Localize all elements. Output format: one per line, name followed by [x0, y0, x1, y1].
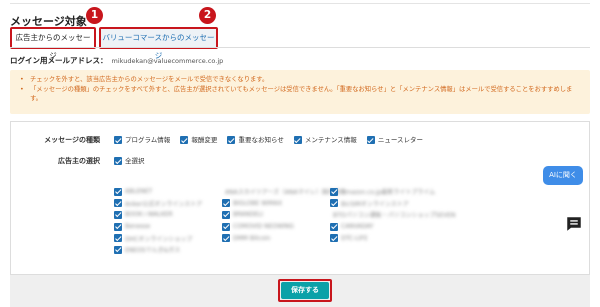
- advertiser-item[interactable]: Amazon.co.jp最新ライトプライム: [330, 186, 445, 198]
- message-types-options: プログラム情報 報酬変更 重要なお知らせ メンテナンス情報 ニュースレター: [114, 134, 431, 144]
- tab-valuecommerce-messages[interactable]: バリューコマースからのメッセージ: [99, 27, 218, 60]
- checkbox-checked-icon[interactable]: [293, 136, 302, 144]
- option-program-info[interactable]: プログラム情報: [114, 134, 170, 144]
- checkbox-checked-icon[interactable]: [180, 136, 189, 144]
- advertiser-item[interactable]: Benesse: [114, 221, 229, 233]
- advertiser-item[interactable]: BIGLOBE WiMAX: [222, 198, 337, 210]
- advertiser-item[interactable]: ABLENET: [114, 186, 229, 198]
- option-newsletter[interactable]: ニュースレター: [366, 134, 423, 144]
- option-maintenance[interactable]: メンテナンス情報: [293, 134, 357, 144]
- login-email-value: mikudekan@valuecommerce.co.jp: [111, 57, 224, 65]
- notice-item: 「メッセージの種類」のチェックをすべて外すと、広告主が選択されていてもメッセージ…: [20, 85, 580, 104]
- notice-item: チェックを外すと、該当広告主からのメッセージをメールで受信できなくなります。: [20, 75, 580, 85]
- advertiser-column-2: ANAスカイツアーズ（ANAマイレ）国内旅行 BIGLOBE WiMAX BRA…: [222, 186, 346, 244]
- advertiser-item[interactable]: DHCオンラインショップ: [114, 232, 229, 244]
- login-email-label: ログイン用メールアドレス：: [10, 56, 108, 65]
- advertiser-item[interactable]: CANVADAY: [330, 221, 445, 233]
- chat-bubble-icon[interactable]: [565, 215, 583, 233]
- advertiser-item[interactable]: BicSIMオンラインストア: [330, 198, 445, 210]
- advertiser-column-1: ABLENET Anker公式オンラインストア BOOK☆WALKER Bene…: [114, 186, 229, 256]
- login-email-row: ログイン用メールアドレス： mikudekan@valuecommerce.co.…: [10, 55, 223, 66]
- advertiser-item[interactable]: ANAスカイツアーズ（ANAマイレ）国内旅行: [222, 186, 346, 198]
- checkbox-checked-icon[interactable]: [366, 136, 375, 144]
- top-divider: [10, 0, 590, 4]
- ask-ai-button[interactable]: AIに聞く: [543, 166, 583, 185]
- advertiser-item[interactable]: DMM Bitcoin: [222, 232, 337, 244]
- message-types-label: メッセージの種類: [44, 136, 100, 144]
- select-all-row: 全選択: [114, 155, 153, 165]
- tab-divider: [10, 47, 590, 48]
- checkbox-checked-icon[interactable]: [114, 157, 122, 165]
- advertiser-select-label: 広告主の選択: [58, 157, 100, 165]
- step-badge-1: 1: [86, 7, 103, 24]
- checkbox-checked-icon[interactable]: [227, 136, 236, 144]
- advertiser-item[interactable]: BRANDELI: [222, 209, 337, 221]
- advertiser-item[interactable]: BOOK☆WALKER: [114, 209, 229, 221]
- checkbox-checked-icon[interactable]: [114, 136, 122, 144]
- select-all-checkbox[interactable]: 全選択: [114, 155, 145, 165]
- step-badge-2: 2: [199, 7, 216, 24]
- advertiser-item[interactable]: DTC-LIFE: [330, 232, 445, 244]
- notice-box: チェックを外すと、該当広告主からのメッセージをメールで受信できなくなります。 「…: [10, 70, 590, 114]
- save-button[interactable]: 保存する: [281, 282, 329, 299]
- advertiser-item[interactable]: Anker公式オンラインストア: [114, 198, 229, 210]
- advertiser-item[interactable]: COMOVID NEOWING: [222, 221, 337, 233]
- advertiser-item[interactable]: BTOパソコン通販・パソコンショップSEVEN: [330, 209, 456, 221]
- option-important-notice[interactable]: 重要なお知らせ: [227, 134, 284, 144]
- advertiser-item[interactable]: ENEOSでんき&ガス: [114, 244, 229, 256]
- tab-advertiser-messages[interactable]: 広告主からのメッセージ: [10, 27, 96, 60]
- advertiser-column-3: Amazon.co.jp最新ライトプライム BicSIMオンラインストア BTO…: [330, 186, 456, 244]
- option-reward-change[interactable]: 報酬変更: [180, 134, 217, 144]
